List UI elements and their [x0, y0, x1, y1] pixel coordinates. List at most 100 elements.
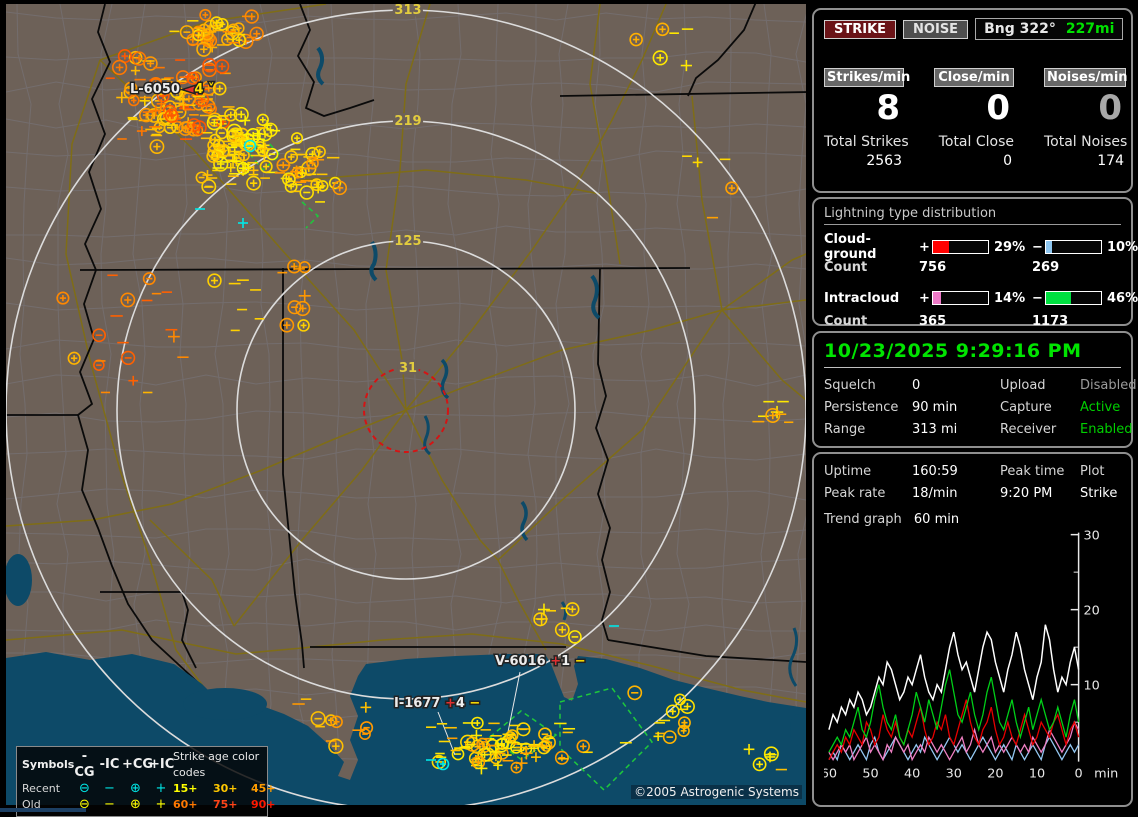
strikes-per-min-button[interactable]: Strikes/min	[824, 68, 910, 87]
cg-neg-count: 269	[1032, 260, 1060, 275]
svg-text:0: 0	[1075, 766, 1083, 781]
bearing-value: Bng 322°	[984, 21, 1056, 37]
legend-symbols-label: Symbols	[22, 758, 75, 771]
persistence-value: 90 min	[912, 400, 958, 415]
peak-rate-value: 18/min	[912, 486, 958, 501]
svg-text:10: 10	[1029, 766, 1045, 781]
legend-recent-label: Recent	[22, 782, 61, 795]
minus-icon: −	[104, 797, 115, 812]
datetime-display: 10/23/2025 9:29:16 PM	[824, 340, 1121, 368]
age-75: 75+	[213, 798, 238, 811]
distribution-panel: Lightning type distribution Cloud-ground…	[812, 197, 1138, 329]
squelch-label: Squelch	[824, 378, 876, 393]
legend-age-title: Strike age color codes	[173, 750, 260, 779]
plus-sign: +	[919, 290, 930, 306]
svg-text:20: 20	[987, 766, 1003, 781]
window-bottom-accent	[0, 808, 86, 812]
cg-pos-pct: 29%	[994, 239, 1026, 255]
strikes-per-min-column: Strikes/min 8 Total Strikes 2563	[824, 66, 910, 169]
persistence-label: Persistence	[824, 400, 899, 415]
intracloud-label: Intracloud	[824, 290, 900, 306]
plus-icon: +	[155, 797, 167, 812]
count-label: Count	[824, 314, 868, 329]
trend-graph-label: Trend graph	[824, 512, 902, 527]
range-label: Range	[824, 422, 866, 437]
minus-icon: −	[104, 781, 115, 796]
svg-text:20: 20	[1084, 604, 1100, 619]
ring-label-313: 313	[394, 4, 421, 18]
tracker-label-L-6050: L-6050 ◄4 ˅	[130, 82, 214, 97]
ic-pos-pct: 14%	[994, 290, 1026, 306]
age-15: 15+	[173, 782, 198, 795]
noises-per-min-column: Noises/min 0 Total Noises 174	[1044, 66, 1128, 169]
noise-mode-button[interactable]: NOISE	[903, 19, 969, 39]
nexstorm-app: { "header": {"strike_btn":"STRIKE","nois…	[0, 0, 1138, 817]
cg-neg-bar	[1045, 240, 1102, 254]
total-close-value: 0	[1003, 153, 1012, 169]
circle-minus-icon: ⊖	[79, 781, 90, 796]
age-90: 90+	[251, 798, 276, 811]
peak-time-value: 9:20 PM	[1000, 486, 1053, 501]
total-strikes-label: Total Strikes	[824, 134, 909, 150]
plot-mode-value: Strike	[1080, 486, 1118, 501]
cloud-ground-label: Cloud-ground	[824, 232, 877, 262]
svg-text:30: 30	[1084, 529, 1100, 544]
legend-col-cg-neg: -CG	[74, 749, 95, 780]
plus-sign: +	[919, 239, 930, 255]
total-close-label: Total Close	[938, 134, 1014, 150]
radar-map[interactable]: 31 125 219 313 L-6050 ◄4 ˅ V-6016 +1 − I-1677…	[6, 4, 806, 817]
strike-mode-button[interactable]: STRIKE	[824, 19, 897, 39]
cg-pos-bar	[932, 240, 989, 254]
peak-time-label: Peak time	[1000, 464, 1065, 479]
strikes-per-min-value: 8	[876, 88, 900, 128]
age-45: 45+	[251, 782, 276, 795]
trend-graph-window: 60 min	[913, 512, 960, 527]
ic-pos-bar	[932, 291, 989, 305]
total-strikes-value: 2563	[866, 153, 902, 169]
map-legend: Symbols -CG -IC +CG +IC Strike age color…	[16, 746, 276, 817]
receiver-label: Receiver	[1000, 422, 1057, 437]
noises-per-min-button[interactable]: Noises/min	[1044, 68, 1128, 87]
legend-col-ic-pos: +IC	[149, 757, 175, 772]
bearing-distance: 227mi	[1065, 21, 1115, 37]
uptime-label: Uptime	[824, 464, 872, 479]
ring-label-125: 125	[394, 234, 421, 249]
close-per-min-column: Close/min 0 Total Close 0	[934, 66, 1014, 169]
legend-recent-row: Recent ⊖ − ⊕ + 15+ 30+ 45+	[22, 781, 276, 797]
intracloud-count-row: Count 365 1173	[824, 310, 1121, 333]
circle-plus-icon: ⊕	[130, 797, 141, 812]
receiver-status: Enabled	[1080, 422, 1133, 437]
cg-neg-pct: 10%	[1107, 239, 1138, 255]
legend-col-ic-neg: -IC	[99, 757, 120, 772]
total-noises-label: Total Noises	[1044, 134, 1128, 150]
plot-label: Plot	[1080, 464, 1105, 479]
tracker-label-V-6016: V-6016 +1 −	[495, 654, 586, 669]
squelch-value: 0	[912, 378, 921, 393]
range-value: 313 mi	[912, 422, 958, 437]
bearing-readout: Bng 322° 227mi	[975, 18, 1124, 40]
distribution-title: Lightning type distribution	[824, 206, 1121, 225]
close-per-min-value: 0	[986, 88, 1010, 128]
close-per-min-button[interactable]: Close/min	[934, 68, 1014, 87]
svg-text:60: 60	[824, 766, 837, 781]
ic-neg-count: 1173	[1032, 314, 1069, 329]
upload-label: Upload	[1000, 378, 1046, 393]
svg-text:10: 10	[1084, 679, 1100, 694]
copyright-text: ©2005 Astrogenic Systems	[631, 785, 802, 799]
trend-panel: Uptime 160:59 Peak time Plot Peak rate 1…	[812, 452, 1133, 807]
ic-neg-pct: 46%	[1107, 290, 1138, 306]
total-noises-value: 174	[1097, 153, 1124, 169]
minus-sign: −	[1032, 290, 1043, 306]
strike-trend-chart: 10 20 30 60 50 40 30 20 10 0 min	[821, 529, 1119, 782]
plus-icon: +	[155, 781, 167, 796]
count-label: Count	[824, 260, 868, 275]
age-30: 30+	[213, 782, 238, 795]
legend-col-cg-pos: +CG	[122, 757, 154, 772]
ic-pos-count: 365	[919, 314, 947, 329]
upload-status: Disabled	[1080, 378, 1137, 393]
capture-label: Capture	[1000, 400, 1052, 415]
svg-text:50: 50	[862, 766, 878, 781]
cloud-ground-row: Cloud-ground + 29% − 10%	[824, 232, 1138, 262]
noises-per-min-value: 0	[1098, 88, 1122, 128]
ic-neg-bar	[1045, 291, 1102, 305]
